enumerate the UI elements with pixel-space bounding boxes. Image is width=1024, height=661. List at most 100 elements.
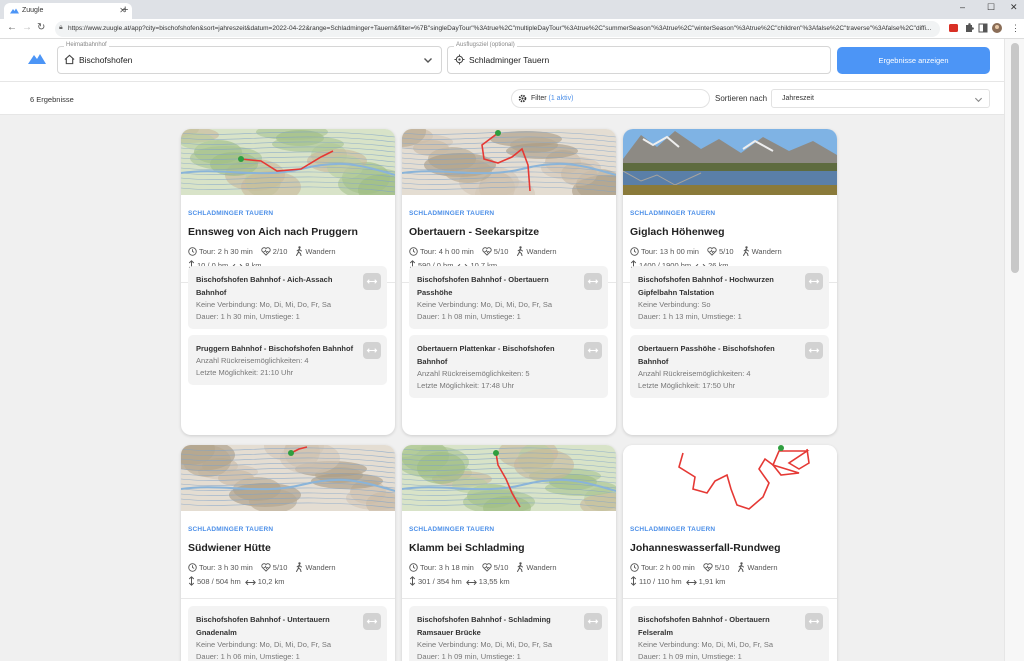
tour-elevation-distance: 508 / 504 hm 10,2 km	[188, 576, 284, 586]
new-tab-icon[interactable]: +	[122, 4, 128, 16]
extension-red-icon[interactable]	[949, 23, 959, 33]
difficulty-icon	[482, 247, 494, 256]
sidepanel-icon[interactable]	[978, 23, 988, 33]
outbound-connection[interactable]: Bischofshofen Bahnhof - Schladming Ramsa…	[409, 606, 608, 661]
tour-title[interactable]: Obertauern - Seekarspitze	[409, 226, 539, 238]
tour-distance: 10,2 km	[257, 577, 285, 586]
destination-field[interactable]: Ausflugsziel (optional) Schladminger Tau…	[447, 42, 831, 74]
tour-elevation: 301 / 354 hm	[418, 577, 462, 586]
address-bar[interactable]: 🔒︎ https://www.zuugle.at/app?city=bischo…	[55, 21, 940, 37]
tour-photo[interactable]	[623, 129, 837, 195]
tour-map-image[interactable]	[181, 129, 395, 195]
scrollbar-thumb[interactable]	[1011, 43, 1019, 273]
browser-menu-icon[interactable]: ⋮	[1011, 23, 1020, 34]
return-connection[interactable]: Obertauern Passhöhe - Bischofshofen Bahn…	[630, 335, 829, 398]
tour-map-image[interactable]	[402, 445, 616, 511]
reload-icon[interactable]: ↻	[37, 22, 45, 33]
tour-distance: 1,91 km	[698, 577, 726, 586]
outbound-connection[interactable]: Bischofshofen Bahnhof - Untertauern Gnad…	[188, 606, 387, 661]
tour-difficulty: 2/10	[272, 247, 288, 256]
tour-card[interactable]: SCHLADMINGER TAUERN Obertauern - Seekarsp…	[402, 129, 616, 435]
show-results-button[interactable]: Ergebnisse anzeigen	[837, 47, 990, 74]
return-connection[interactable]: Obertauern Plattenkar - Bischofshofen Ba…	[409, 335, 608, 398]
maximize-icon[interactable]: ☐	[987, 2, 995, 13]
tour-map-image[interactable]	[623, 445, 837, 511]
connection-details-button[interactable]	[584, 342, 602, 359]
sort-select[interactable]: Jahreszeit	[771, 89, 990, 108]
tour-duration: Tour: 4 h 00 min	[420, 247, 474, 256]
outbound-connection[interactable]: Bischofshofen Bahnhof - Aich-Assach Bahn…	[188, 266, 387, 329]
tour-title[interactable]: Klamm bei Schladming	[409, 542, 525, 554]
profile-avatar-icon[interactable]	[992, 23, 1002, 33]
connection-details-button[interactable]	[363, 273, 381, 290]
zuugle-logo-icon[interactable]	[28, 52, 46, 64]
connection-route: Bischofshofen Bahnhof - Schladming Ramsa…	[417, 615, 551, 637]
browser-tab[interactable]: Zuugle ✕	[4, 3, 132, 19]
connection-details-button[interactable]	[805, 342, 823, 359]
tour-duration: Tour: 2 h 30 min	[199, 247, 253, 256]
connection-details-button[interactable]	[584, 613, 602, 630]
tour-stats: Tour: 4 h 00 min 5/10 Wandern	[409, 246, 557, 256]
tour-difficulty: 5/10	[493, 563, 509, 572]
difficulty-icon	[703, 563, 715, 572]
tour-card[interactable]: SCHLADMINGER TAUERN Ennsweg von Aich nach…	[181, 129, 395, 435]
difficulty-icon	[482, 563, 494, 572]
tour-elevation-distance: 110 / 110 hm 1,91 km	[630, 576, 725, 586]
connection-route: Bischofshofen Bahnhof - Hochwurzen Gipfe…	[638, 275, 774, 297]
connection-detail: Letzte Möglichkeit: 21:10 Uhr	[196, 368, 294, 377]
tour-map-image[interactable]	[402, 129, 616, 195]
tour-title[interactable]: Johanneswasserfall-Rundweg	[630, 542, 781, 554]
browser-toolbar: ← → ↻ 🔒︎ https://www.zuugle.at/app?city=…	[0, 19, 1024, 39]
connection-details-button[interactable]	[805, 273, 823, 290]
connection-detail: Dauer: 1 h 09 min, Umstiege: 1	[638, 652, 742, 661]
outbound-connection[interactable]: Bischofshofen Bahnhof - Obertauern Passh…	[409, 266, 608, 329]
connection-details-button[interactable]	[363, 342, 381, 359]
difficulty-icon	[261, 247, 273, 256]
connection-detail: Letzte Möglichkeit: 17:48 Uhr	[417, 381, 515, 390]
tour-card[interactable]: SCHLADMINGER TAUERN Giglach Höhenweg Tour:…	[623, 129, 837, 435]
tour-map-image[interactable]	[181, 445, 395, 511]
home-station-field[interactable]: Heimatbahnhof Bischofshofen	[57, 42, 442, 74]
connection-route: Bischofshofen Bahnhof - Obertauern Passh…	[417, 275, 549, 297]
chevron-down-icon[interactable]	[423, 55, 433, 65]
connection-detail: Keine Verbindung: Mo, Di, Mi, Do, Fr, Sa	[638, 640, 774, 649]
close-window-icon[interactable]: ✕	[1010, 2, 1018, 13]
outbound-connection[interactable]: Bischofshofen Bahnhof - Hochwurzen Gipfe…	[630, 266, 829, 329]
card-divider	[181, 598, 395, 599]
tour-region: SCHLADMINGER TAUERN	[409, 210, 495, 217]
elevation-icon	[409, 576, 418, 586]
clock-icon	[630, 563, 641, 572]
tour-card[interactable]: SCHLADMINGER TAUERN Klamm bei Schladming T…	[402, 445, 616, 661]
puzzle-icon[interactable]	[964, 23, 974, 33]
return-connection[interactable]: Pruggern Bahnhof - Bischofshofen Bahnhof…	[188, 335, 387, 385]
connection-details-button[interactable]	[363, 613, 381, 630]
sort-value: Jahreszeit	[782, 95, 814, 102]
page-scrollbar[interactable]	[1004, 39, 1024, 661]
back-icon[interactable]: ←	[7, 22, 17, 33]
connection-details-button[interactable]	[805, 613, 823, 630]
tour-card[interactable]: SCHLADMINGER TAUERN Johanneswasserfall-Ru…	[623, 445, 837, 661]
clock-icon	[409, 247, 420, 256]
tour-duration: Tour: 13 h 00 min	[641, 247, 699, 256]
swap-arrows-icon	[808, 619, 820, 624]
tour-title[interactable]: Südwiener Hütte	[188, 542, 271, 554]
connection-details-button[interactable]	[584, 273, 602, 290]
connection-detail: Letzte Möglichkeit: 17:50 Uhr	[638, 381, 736, 390]
tour-card[interactable]: SCHLADMINGER TAUERN Südwiener Hütte Tour: …	[181, 445, 395, 661]
outbound-connection[interactable]: Bischofshofen Bahnhof - Obertauern Felse…	[630, 606, 829, 661]
tour-type: Wandern	[526, 247, 557, 256]
tab-title: Zuugle	[22, 7, 44, 14]
tour-region: SCHLADMINGER TAUERN	[630, 210, 716, 217]
tour-region: SCHLADMINGER TAUERN	[630, 526, 716, 533]
connection-detail: Dauer: 1 h 06 min, Umstiege: 1	[196, 652, 300, 661]
forward-icon[interactable]: →	[22, 22, 32, 33]
app-header: Heimatbahnhof Bischofshofen Ausflugsziel…	[0, 39, 1004, 82]
tour-region: SCHLADMINGER TAUERN	[188, 526, 274, 533]
tour-region: SCHLADMINGER TAUERN	[188, 210, 274, 217]
tour-title[interactable]: Giglach Höhenweg	[630, 226, 725, 238]
filter-button[interactable]: Filter (1 aktiv)	[511, 89, 710, 108]
minimize-icon[interactable]: –	[960, 2, 965, 12]
connection-route: Bischofshofen Bahnhof - Untertauern Gnad…	[196, 615, 330, 637]
browser-tabstrip: Zuugle ✕ + – ☐ ✕	[0, 0, 1024, 19]
tour-title[interactable]: Ennsweg von Aich nach Pruggern	[188, 226, 358, 238]
